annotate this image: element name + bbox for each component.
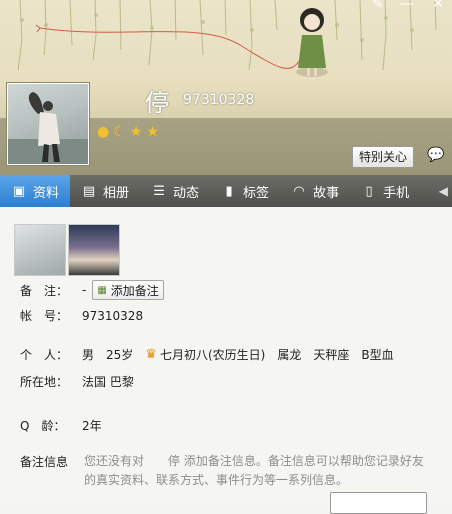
feed-list-icon: ☰ — [153, 183, 165, 199]
gender: 男 — [82, 348, 95, 362]
account-row: 帐 号： 97310328 — [20, 307, 143, 324]
add-remark-button[interactable]: ▦ 添加备注 — [92, 280, 164, 300]
add-remark-info-button[interactable] — [330, 492, 427, 514]
sun-level-icon: ● — [97, 124, 110, 140]
tab-label: 动态 — [173, 185, 200, 201]
avatar-image — [8, 92, 88, 164]
add-remark-label: 添加备注 — [110, 283, 159, 298]
special-care-button[interactable]: 特别关心 — [352, 146, 415, 168]
profile-card-icon: ▣ — [12, 183, 26, 199]
qage-value: 2年 — [82, 419, 102, 433]
photo-strip — [14, 224, 120, 276]
tab-album[interactable]: ▤ 相册 — [70, 175, 140, 207]
tag-icon: ▮ — [225, 183, 233, 199]
zodiac: 属龙 — [277, 348, 302, 362]
minimize-icon[interactable]: — — [400, 0, 414, 12]
tab-phone[interactable]: ▯ 手机 — [350, 175, 420, 207]
moon-level-icon: ☾ — [113, 124, 126, 140]
phone-icon: ▯ — [365, 183, 373, 199]
chevron-left-icon[interactable]: ◀ — [439, 184, 448, 198]
tab-profile[interactable]: ▣ 资料 — [0, 175, 71, 207]
photo-thumbnail[interactable] — [14, 224, 66, 276]
tab-label: 相册 — [103, 185, 130, 201]
nickname: 停 — [145, 89, 169, 117]
avatar[interactable] — [7, 83, 89, 165]
blood-type: B型血 — [361, 348, 394, 362]
skin-icon[interactable]: ✎ — [372, 0, 384, 12]
tab-tags[interactable]: ▮ 标签 — [210, 175, 280, 207]
level-badges: ● ☾ ★ ★ — [97, 124, 159, 140]
remark-label: 备 注： — [20, 283, 69, 298]
remark-value: - — [82, 283, 87, 297]
photo-thumbnail[interactable] — [68, 224, 120, 276]
tab-story[interactable]: ◠ 故事 — [280, 175, 350, 207]
account-label: 帐 号： — [20, 309, 69, 323]
remark-row: 备 注： - ▦ 添加备注 — [20, 280, 164, 300]
location-label: 所在地： — [20, 375, 69, 389]
chat-bubble-icon[interactable]: 💬 — [426, 147, 446, 163]
remark-info-row: 备注信息 — [20, 453, 82, 470]
tab-label: 标签 — [243, 185, 270, 201]
tab-label: 手机 — [383, 185, 410, 201]
story-icon: ◠ — [293, 183, 305, 199]
personal-label: 个 人： — [20, 348, 69, 362]
qq-number: 97310328 — [183, 92, 255, 108]
tab-label: 资料 — [33, 185, 60, 201]
crown-icon: ♛ — [145, 347, 157, 362]
close-icon[interactable]: ✕ — [432, 0, 444, 12]
star-level-icon: ★ — [129, 124, 143, 140]
constellation: 天秤座 — [313, 348, 350, 362]
tab-scroll: ◀ — [439, 175, 452, 207]
qage-label: Q 龄： — [20, 419, 66, 433]
remark-info-text: 您还没有对 停 添加备注信息。备注信息可以帮助您记录好友的真实资料、联系方式、事… — [84, 454, 424, 487]
remark-info-label: 备注信息 — [20, 455, 69, 469]
location-row: 所在地： 法国 巴黎 — [20, 373, 134, 390]
qage-row: Q 龄： 2年 — [20, 417, 102, 434]
account-value: 97310328 — [82, 308, 144, 323]
photo-album-icon: ▤ — [82, 183, 96, 199]
star-level-icon: ★ — [146, 124, 159, 140]
birthday: 七月初八(农历生日) — [159, 348, 266, 362]
profile-content: 备 注： - ▦ 添加备注 帐 号： 97310328 个 人： 男 25岁 ♛… — [0, 207, 452, 514]
tab-label: 故事 — [313, 185, 340, 201]
tab-feed[interactable]: ☰ 动态 — [140, 175, 210, 207]
personal-row: 个 人： 男 25岁 ♛ 七月初八(农历生日) 属龙 天秤座 B型血 — [20, 346, 406, 363]
edit-note-icon: ▦ — [97, 284, 107, 296]
profile-header: ✎ — ✕ 停 97310328 ● ☾ ★ ★ 特别关心 💬 — [0, 0, 452, 175]
age: 25岁 — [106, 348, 134, 362]
tab-bar: ▣ 资料 ▤ 相册 ☰ 动态 ▮ 标签 ◠ 故事 ▯ 手机 ◀ — [0, 175, 452, 207]
location-value: 法国 巴黎 — [82, 375, 134, 389]
